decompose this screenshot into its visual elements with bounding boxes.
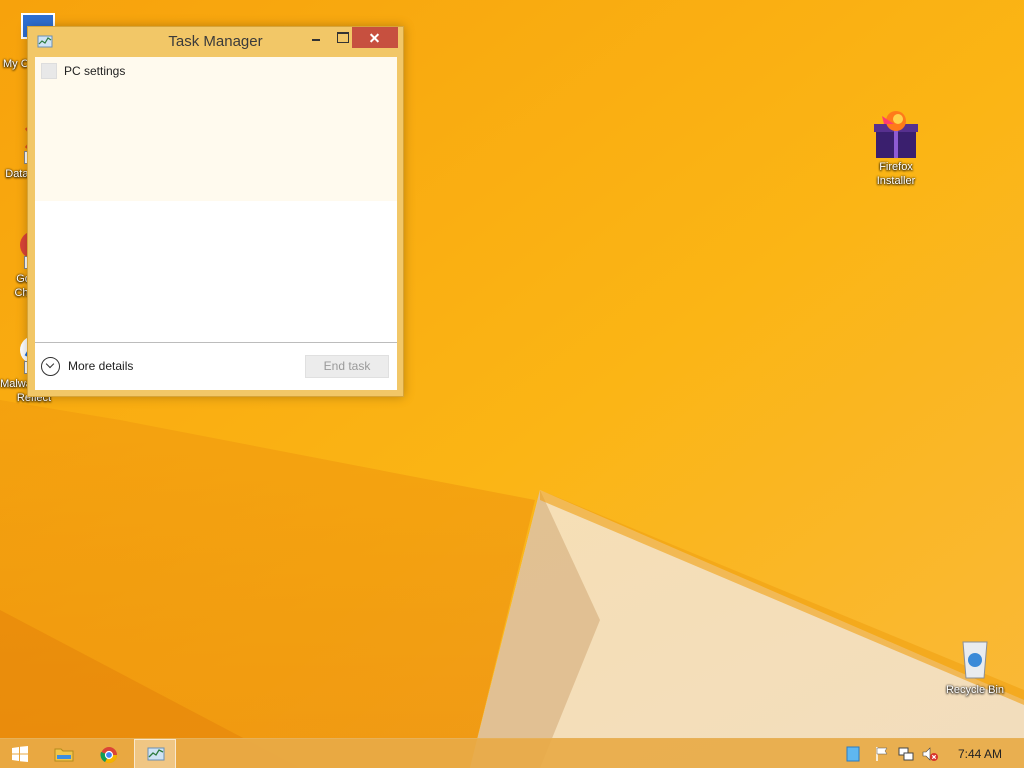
process-list[interactable]: PC settings — [35, 57, 397, 342]
task-manager-window[interactable]: Task Manager PC settings More details En… — [27, 26, 404, 397]
flag-icon[interactable] — [874, 746, 890, 762]
windows-logo-icon — [12, 746, 28, 762]
chevron-down-circle-icon — [41, 357, 60, 376]
desktop-icon-label: Recycle Bin — [945, 684, 1005, 696]
more-details-label: More details — [68, 359, 134, 373]
process-name: PC settings — [64, 64, 126, 78]
chrome-icon — [100, 747, 118, 764]
folder-icon — [54, 748, 74, 762]
app-icon — [41, 63, 57, 79]
minimize-button[interactable] — [303, 27, 329, 48]
desktop-icon-label: Firefox Installer — [876, 161, 916, 187]
title-bar[interactable]: Task Manager — [28, 27, 403, 57]
taskbar: 7:44 AM — [0, 738, 1024, 768]
action-center-icon[interactable] — [845, 746, 861, 762]
start-button[interactable] — [0, 739, 44, 768]
desktop-icon-recycle-bin[interactable]: Recycle Bin — [937, 636, 1013, 697]
task-manager-footer: More details End task — [35, 342, 397, 390]
more-details-toggle[interactable]: More details — [41, 355, 161, 377]
process-row[interactable]: PC settings — [35, 57, 397, 83]
network-icon[interactable] — [898, 746, 914, 762]
desktop-icon-firefox-installer[interactable]: Firefox Installer — [858, 110, 934, 188]
volume-muted-icon[interactable] — [922, 746, 938, 762]
task-manager-content: PC settings More details End task — [35, 57, 397, 390]
recycle-bin-icon — [953, 636, 997, 680]
taskbar-chrome[interactable] — [88, 739, 132, 768]
taskbar-task-manager[interactable] — [134, 739, 176, 768]
taskbar-clock[interactable]: 7:44 AM — [950, 747, 1010, 761]
task-manager-icon — [147, 747, 165, 761]
end-task-button[interactable]: End task — [305, 355, 389, 378]
firefox-icon — [874, 110, 918, 158]
taskbar-file-explorer[interactable] — [42, 739, 86, 768]
close-button[interactable] — [352, 27, 398, 48]
